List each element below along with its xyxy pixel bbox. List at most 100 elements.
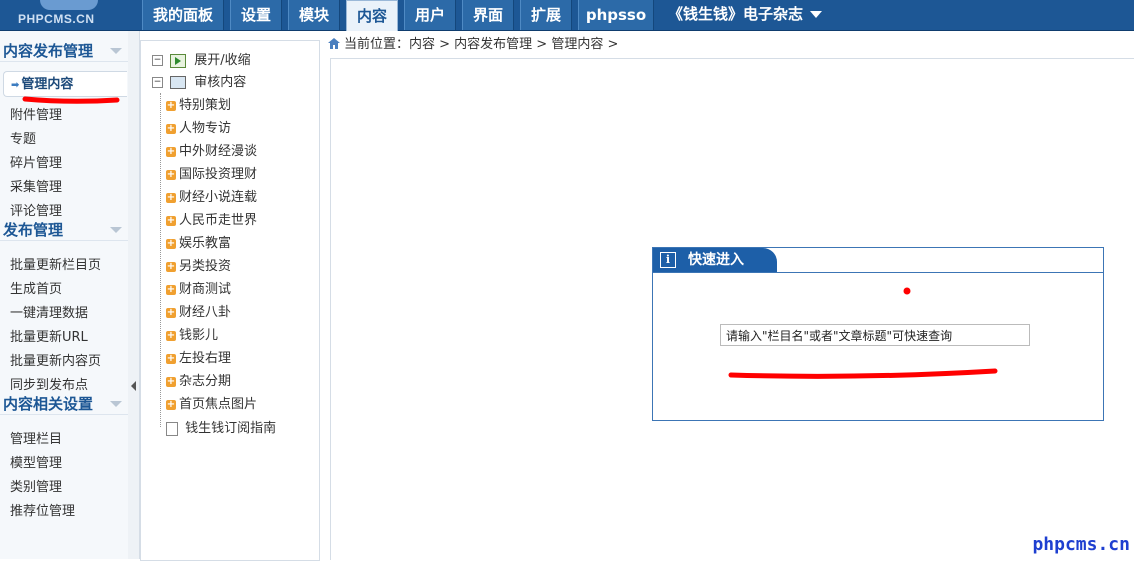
tree-node-label: 中外财经漫谈 — [179, 144, 258, 159]
tree-node-label: 财经八卦 — [179, 305, 232, 320]
collapse-arrow-icon[interactable] — [131, 381, 136, 391]
tree-node-label: 另类投资 — [179, 259, 232, 274]
minus-box-icon: − — [152, 77, 163, 88]
quick-search-input[interactable] — [720, 324, 1030, 346]
divider — [653, 272, 1103, 273]
nav-extensions[interactable]: 扩展 — [520, 0, 572, 30]
tree-node[interactable]: + 财经小说连载 — [166, 189, 257, 207]
tree-node-label: 财经小说连载 — [179, 190, 258, 205]
tree-node-label: 国际投资理财 — [179, 167, 258, 182]
chevron-down-icon — [810, 11, 823, 18]
plus-icon: + — [166, 191, 176, 203]
plus-icon: + — [166, 145, 176, 157]
nav-modules[interactable]: 模块 — [288, 0, 340, 30]
sidebar-item-comments[interactable]: 评论管理 — [10, 200, 62, 219]
nav-users[interactable]: 用户 — [404, 0, 456, 30]
quick-entry-panel: i 快速进入 — [652, 247, 1104, 421]
tree-node[interactable]: + 特别策划 — [166, 97, 231, 115]
plus-icon: + — [166, 329, 176, 341]
tree-node-label: 杂志分期 — [179, 374, 232, 389]
tree-node[interactable]: + 财经八卦 — [166, 304, 231, 322]
tree-root-review[interactable]: − 审核内容 — [152, 74, 246, 92]
minus-box-icon: − — [152, 55, 163, 66]
nav-content[interactable]: 内容 — [346, 0, 398, 31]
tree-node-label: 人物专访 — [179, 121, 232, 136]
tree-guide-line — [160, 93, 161, 427]
tree-node[interactable]: + 人物专访 — [166, 120, 231, 138]
sidebar-item-collection[interactable]: 采集管理 — [10, 176, 62, 195]
sidebar-item-fragments[interactable]: 碎片管理 — [10, 152, 62, 171]
tree-node[interactable]: + 另类投资 — [166, 258, 231, 276]
plus-icon: + — [166, 375, 176, 387]
breadcrumb-text: 当前位置：内容 > 内容发布管理 > 管理内容 > — [344, 37, 619, 52]
category-tree: − 展开/收缩 − 审核内容 + 特别策划 + 人物专访 + 中外财经漫谈 + 国际投资理财 +… — [140, 40, 320, 561]
quick-entry-title: 快速进入 — [688, 252, 744, 268]
tree-node[interactable]: + 钱影儿 — [166, 327, 218, 345]
nav-my-panel[interactable]: 我的面板 — [142, 0, 224, 30]
collapse-chevron-icon — [110, 48, 122, 54]
tree-expand-label: 展开/收缩 — [194, 53, 251, 68]
plus-icon: + — [166, 283, 176, 295]
monitor-icon — [170, 76, 187, 89]
plus-icon: + — [166, 306, 176, 318]
tree-node-label: 左投右理 — [179, 351, 232, 366]
plus-icon: + — [166, 99, 176, 111]
nav-phpsso[interactable]: phpsso — [578, 0, 654, 30]
sidebar-item-models[interactable]: 模型管理 — [10, 452, 62, 471]
nav-interface[interactable]: 界面 — [462, 0, 514, 30]
section-publish[interactable]: 发布管理 — [0, 219, 128, 241]
nav-settings[interactable]: 设置 — [230, 0, 282, 30]
sidebar-item-types[interactable]: 类别管理 — [10, 476, 62, 495]
sidebar-item-topics[interactable]: 专题 — [10, 128, 36, 147]
sidebar-item-attachments[interactable]: 附件管理 — [10, 104, 62, 123]
home-icon — [328, 38, 340, 49]
tree-node-subscribe[interactable]: 钱生钱订阅指南 — [166, 420, 276, 438]
plus-icon: + — [166, 398, 176, 410]
section-title: 发布管理 — [3, 221, 64, 239]
sidebar-item-update-category[interactable]: 批量更新栏目页 — [10, 254, 101, 273]
sidebar-item-sync-publish[interactable]: 同步到发布点 — [10, 374, 88, 393]
tree-node-label: 娱乐教富 — [179, 236, 232, 251]
tree-node[interactable]: + 人民币走世界 — [166, 212, 257, 230]
plus-icon: + — [166, 214, 176, 226]
plus-icon: + — [166, 237, 176, 249]
tree-node[interactable]: + 杂志分期 — [166, 373, 231, 391]
sidebar-item-generate-home[interactable]: 生成首页 — [10, 278, 62, 297]
tree-node[interactable]: + 左投右理 — [166, 350, 231, 368]
section-title: 内容发布管理 — [3, 42, 94, 60]
tree-node[interactable]: + 财商测试 — [166, 281, 231, 299]
expand-folder-icon — [170, 53, 187, 68]
sidebar-item-positions[interactable]: 推荐位管理 — [10, 500, 75, 519]
section-content-publish[interactable]: 内容发布管理 — [0, 40, 128, 62]
tree-node[interactable]: + 国际投资理财 — [166, 166, 257, 184]
plus-icon: + — [166, 352, 176, 364]
tree-node-label: 特别策划 — [179, 98, 232, 113]
tree-node-label: 钱影儿 — [179, 328, 219, 343]
logo: PHPCMS.CN — [0, 0, 128, 30]
logo-mark — [40, 0, 98, 10]
tree-node[interactable]: + 中外财经漫谈 — [166, 143, 257, 161]
sidebar-item-categories[interactable]: 管理栏目 — [10, 428, 62, 447]
site-selector[interactable]: 《钱生钱》电子杂志 — [668, 0, 823, 30]
arrow-right-icon: ➡ — [11, 80, 20, 91]
sidebar-item-update-url[interactable]: 批量更新URL — [10, 326, 88, 345]
collapse-chevron-icon — [110, 227, 122, 233]
document-icon — [166, 421, 178, 436]
sidebar-item-update-content[interactable]: 批量更新内容页 — [10, 350, 101, 369]
tree-node[interactable]: + 首页焦点图片 — [166, 396, 257, 414]
tree-node-label: 财商测试 — [179, 282, 232, 297]
sidebar-splitter[interactable] — [128, 31, 140, 559]
tree-node-label: 钱生钱订阅指南 — [185, 421, 277, 436]
tree-node-label: 人民币走世界 — [179, 213, 258, 228]
sidebar-item-manage-content[interactable]: ➡ 管理内容 — [3, 71, 127, 97]
top-nav-bar: PHPCMS.CN 我的面板 设置 模块 内容 用户 界面 扩展 phpsso … — [0, 0, 1134, 31]
quick-entry-header: i 快速进入 — [653, 248, 777, 272]
section-content-settings[interactable]: 内容相关设置 — [0, 393, 128, 415]
plus-icon: + — [166, 168, 176, 180]
section-title: 内容相关设置 — [3, 395, 94, 413]
sidebar-item-clean-data[interactable]: 一键清理数据 — [10, 302, 88, 321]
breadcrumb: 当前位置：内容 > 内容发布管理 > 管理内容 > — [328, 36, 618, 54]
tree-node[interactable]: + 娱乐教富 — [166, 235, 231, 253]
logo-text: PHPCMS.CN — [18, 12, 95, 26]
tree-expand-toggle[interactable]: − 展开/收缩 — [152, 52, 251, 70]
